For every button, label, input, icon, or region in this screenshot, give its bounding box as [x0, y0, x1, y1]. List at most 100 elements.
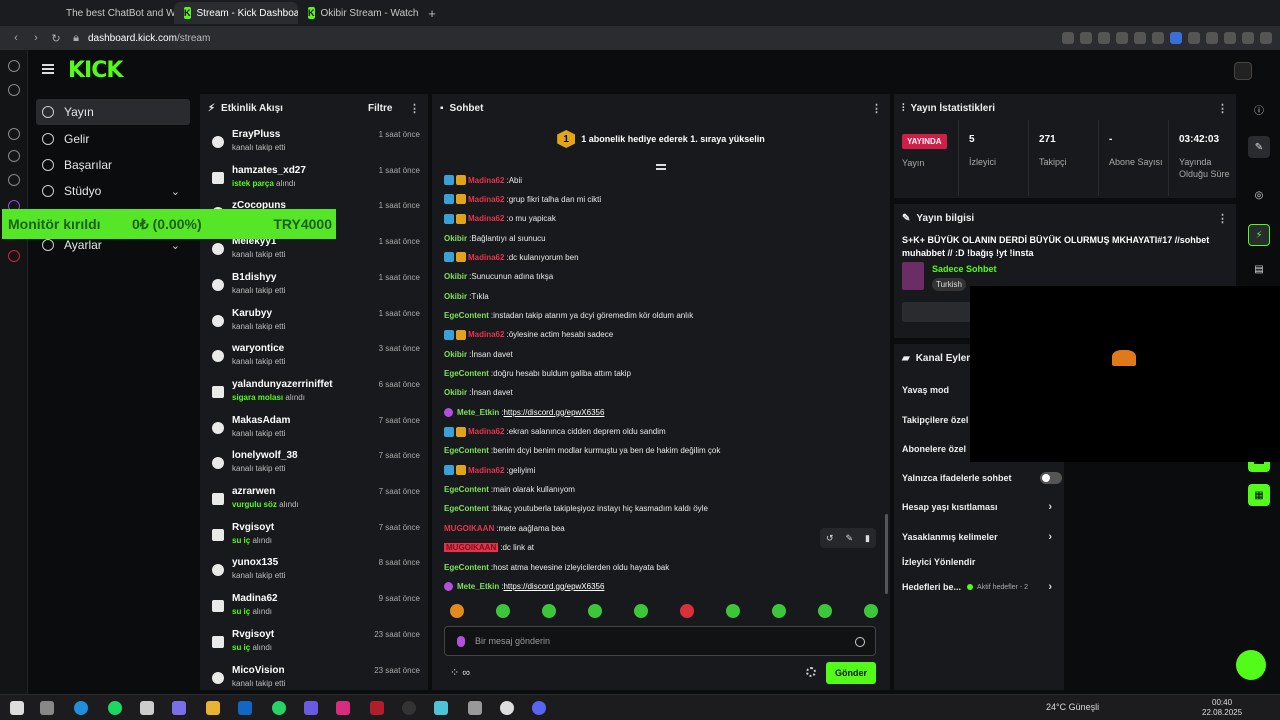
- folder-icon[interactable]: [206, 701, 220, 715]
- avatar[interactable]: [1234, 62, 1252, 80]
- chat-message[interactable]: Madina62: ekran salanınca cidden deprem …: [444, 424, 874, 440]
- chat-username[interactable]: Madina62: [468, 427, 504, 436]
- download-icon[interactable]: [1242, 32, 1254, 44]
- more-icon[interactable]: [1260, 32, 1272, 44]
- windows-start-icon[interactable]: [10, 701, 24, 715]
- channel-action-item[interactable]: İzleyici Yönlendir: [902, 552, 1054, 572]
- chat-username[interactable]: Madina62: [468, 176, 504, 185]
- app-icon[interactable]: [172, 701, 186, 715]
- chat-message[interactable]: EgeContent: instadan takip atarım ya dcy…: [444, 307, 874, 323]
- emote-icon[interactable]: [588, 604, 602, 618]
- task-view-icon[interactable]: [40, 701, 54, 715]
- chat-username[interactable]: EgeContent: [444, 504, 489, 513]
- emoji-icon[interactable]: [855, 637, 865, 647]
- extension-icon[interactable]: [1134, 32, 1146, 44]
- activity-item[interactable]: yalandunyazerriniffet sigara molası alınd…: [210, 378, 420, 412]
- chat-link[interactable]: https://discord.gg/epwX6356: [503, 408, 604, 417]
- sidebar-app-icon[interactable]: [8, 174, 20, 186]
- tab-chatbot[interactable]: The best ChatBot and Wi: [50, 2, 174, 24]
- tab-okibir-stream[interactable]: K Okibir Stream - Watch Liv: [298, 2, 422, 24]
- extension-icon[interactable]: [1116, 32, 1128, 44]
- extension-icon[interactable]: [1098, 32, 1110, 44]
- new-tab-button[interactable]: +: [422, 6, 442, 21]
- support-headset-icon[interactable]: [1236, 650, 1266, 680]
- send-button[interactable]: Gönder: [826, 662, 876, 684]
- chat-username[interactable]: EgeContent: [444, 446, 489, 455]
- chat-username[interactable]: Madina62: [468, 253, 504, 262]
- sidebar-app-icon[interactable]: [8, 150, 20, 162]
- chat-message[interactable]: Madina62: o mu yapicak: [444, 211, 874, 227]
- pin-icon[interactable]: ✎: [846, 533, 854, 544]
- emote-icon[interactable]: [496, 604, 510, 618]
- channel-action-item[interactable]: Hedefleri be... Aktif hedefler - 2 ›: [902, 577, 1054, 597]
- emote-only-toggle[interactable]: [1040, 472, 1062, 484]
- screenshot-icon[interactable]: ◎: [1248, 184, 1270, 206]
- chat-message[interactable]: Mete_Etkin: https://discord.gg/epwX6356: [444, 404, 874, 420]
- settings-icon[interactable]: [468, 701, 482, 715]
- channel-action-item[interactable]: Yasaklanmış kelimeler ›: [902, 527, 1054, 547]
- chat-username[interactable]: MUGOIKAAN: [444, 524, 494, 533]
- extension-icon[interactable]: [1062, 32, 1074, 44]
- extension-icon[interactable]: [1152, 32, 1164, 44]
- more-icon[interactable]: ⋮: [871, 102, 882, 115]
- chat-input[interactable]: Bir mesaj gönderin: [444, 626, 876, 656]
- clock[interactable]: 00:40 22.08.2025: [1202, 698, 1242, 718]
- chat-username[interactable]: EgeContent: [444, 369, 489, 378]
- sidebar-app-icon[interactable]: [8, 128, 20, 140]
- chat-message[interactable]: Okibir: Bağlantıyı al sıunucu: [444, 230, 874, 246]
- extension-icon[interactable]: [1206, 32, 1218, 44]
- chat-username[interactable]: EgeContent: [444, 563, 489, 572]
- activity-item[interactable]: MicoVision kanalı takip etti 23 saat önce: [210, 664, 420, 691]
- chat-username[interactable]: Okibir: [444, 234, 467, 243]
- emote-icon[interactable]: [450, 604, 464, 618]
- app-icon[interactable]: [434, 701, 448, 715]
- channel-action-item[interactable]: Hesap yaşı kısıtlaması ›: [902, 497, 1054, 517]
- chat-username[interactable]: Madina62: [468, 214, 504, 223]
- chat-message[interactable]: Okibir: Tıkla: [444, 288, 874, 304]
- chat-message[interactable]: Mete_Etkin: https://discord.gg/epwX6356: [444, 578, 874, 594]
- browser-menu-icon[interactable]: [0, 2, 28, 24]
- chat-message[interactable]: Okibir: İnsan davet: [444, 385, 874, 401]
- chat-message[interactable]: MUGOIKAAN: mete aağlama bea: [444, 520, 874, 536]
- app-icon[interactable]: [140, 701, 154, 715]
- chat-settings-icon[interactable]: [806, 667, 816, 677]
- emote-icon[interactable]: [864, 604, 878, 618]
- nav-item-gelir[interactable]: Gelir: [36, 126, 190, 152]
- chat-username[interactable]: EgeContent: [444, 311, 489, 320]
- sidebar-app-icon[interactable]: [8, 60, 20, 72]
- emote-icon[interactable]: [772, 604, 786, 618]
- chat-username[interactable]: Okibir: [444, 350, 467, 359]
- extension-icon[interactable]: [1170, 32, 1182, 44]
- channel-action-item[interactable]: Yalnızca ifadelerle sohbet: [902, 468, 1062, 488]
- document-icon[interactable]: ▤: [1248, 258, 1270, 280]
- chat-message[interactable]: EgeContent: main olarak kullanıyom: [444, 482, 874, 498]
- reload-icon[interactable]: ↻: [48, 32, 64, 45]
- chat-message[interactable]: EgeContent: bikaç youtuberla takipleşiyo…: [444, 501, 874, 517]
- activity-item[interactable]: B1dishyy kanalı takip etti 1 saat önce: [210, 271, 420, 305]
- activity-item[interactable]: Rvgisoyt su iç alındı 23 saat önce: [210, 628, 420, 662]
- sidebar-app-icon[interactable]: [8, 250, 20, 262]
- chat-username[interactable]: Okibir: [444, 388, 467, 397]
- edit-stream-button[interactable]: [902, 302, 972, 322]
- mic-icon[interactable]: [457, 636, 465, 647]
- more-icon[interactable]: ⋮: [1217, 102, 1228, 115]
- chat-message[interactable]: Madina62: geliyimi: [444, 462, 874, 478]
- instagram-icon[interactable]: [336, 701, 350, 715]
- nav-item-studyo[interactable]: Stüdyo ⌄: [36, 178, 190, 204]
- chat-message[interactable]: MUGOIKAAN: dc link at: [444, 540, 874, 556]
- activity-item[interactable]: Madina62 su iç alındı 9 saat önce: [210, 592, 420, 626]
- back-icon[interactable]: ‹: [8, 32, 24, 44]
- delete-icon[interactable]: ▮: [865, 533, 870, 544]
- tab-actions-icon[interactable]: [28, 2, 50, 24]
- chat-message[interactable]: Madina62: Abii: [444, 172, 874, 188]
- activity-item[interactable]: Rvgisoyt su iç alındı 7 saat önce: [210, 521, 420, 555]
- chat-username[interactable]: Madina62: [468, 466, 504, 475]
- edit-icon[interactable]: ✎: [1248, 136, 1270, 158]
- more-icon[interactable]: ⋮: [409, 102, 420, 115]
- weather-widget[interactable]: 24°C Güneşli: [1046, 702, 1099, 712]
- activity-item[interactable]: waryontice kanalı takip etti 3 saat önce: [210, 342, 420, 376]
- chat-username[interactable]: Okibir: [444, 292, 467, 301]
- nav-item-yayin[interactable]: Yayın: [36, 99, 190, 125]
- chat-username[interactable]: EgeContent: [444, 485, 489, 494]
- activity-item[interactable]: ErayPluss kanalı takip etti 1 saat önce: [210, 128, 420, 162]
